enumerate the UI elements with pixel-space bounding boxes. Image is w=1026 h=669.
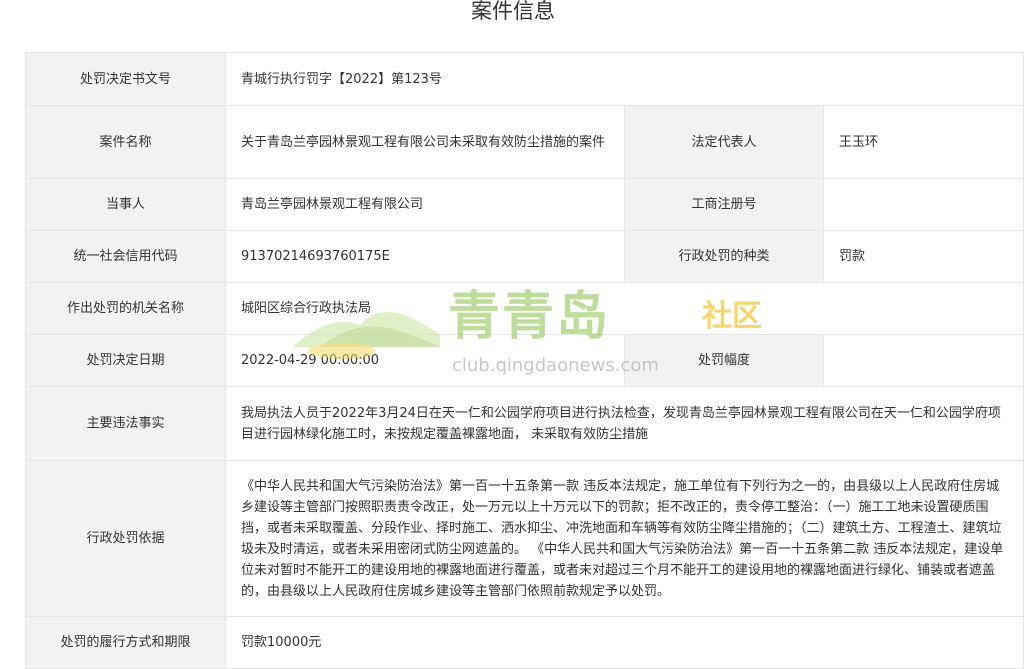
penalty-range-value xyxy=(822,334,1025,387)
credit-code-label: 统一社会信用代码 xyxy=(25,230,226,283)
legal-rep-label: 法定代表人 xyxy=(624,105,824,179)
decision-date-label: 处罚决定日期 xyxy=(25,334,226,387)
penalty-type-value: 罚款 xyxy=(822,230,1025,283)
table-row: 案件名称 关于青岛兰亭园林景观工程有限公司未采取有效防尘措施的案件 法定代表人 … xyxy=(25,105,1025,179)
facts-label: 主要违法事实 xyxy=(25,386,226,461)
execution-label: 处罚的履行方式和期限 xyxy=(25,616,226,669)
table-row: 作出处罚的机关名称 城阳区综合行政执法局 xyxy=(25,282,1025,335)
party-value: 青岛兰亭园林景观工程有限公司 xyxy=(225,178,625,231)
basis-value: 《中华人民共和国大气污染防治法》第一百一十五条第一款 违反本法规定，施工单位有下… xyxy=(224,460,1025,617)
credit-code-value: 91370214693760175E xyxy=(225,230,625,283)
biz-reg-value xyxy=(822,178,1025,231)
table-row: 处罚的履行方式和期限 罚款10000元 xyxy=(25,616,1025,669)
penalty-range-label: 处罚幅度 xyxy=(624,334,824,387)
decision-no-value: 青城行执行罚字【2022】第123号 xyxy=(224,52,1025,106)
execution-value: 罚款10000元 xyxy=(224,616,1025,669)
legal-rep-value: 王玉环 xyxy=(822,105,1025,179)
case-info-table: 处罚决定书文号 青城行执行罚字【2022】第123号 案件名称 关于青岛兰亭园林… xyxy=(25,52,1025,669)
table-row: 主要违法事实 我局执法人员于2022年3月24日在天一仁和公园学府项目进行执法检… xyxy=(25,386,1025,461)
table-row: 行政处罚依据 《中华人民共和国大气污染防治法》第一百一十五条第一款 违反本法规定… xyxy=(25,460,1025,617)
page-title: 案件信息 xyxy=(471,0,555,23)
party-label: 当事人 xyxy=(25,178,226,231)
case-name-value: 关于青岛兰亭园林景观工程有限公司未采取有效防尘措施的案件 xyxy=(225,105,625,179)
table-row: 统一社会信用代码 91370214693760175E 行政处罚的种类 罚款 xyxy=(25,230,1025,283)
table-row: 处罚决定书文号 青城行执行罚字【2022】第123号 xyxy=(25,52,1025,106)
decision-date-value: 2022-04-29 00:00:00 xyxy=(225,334,625,387)
table-row: 当事人 青岛兰亭园林景观工程有限公司 工商注册号 xyxy=(25,178,1025,231)
biz-reg-label: 工商注册号 xyxy=(624,178,824,231)
basis-label: 行政处罚依据 xyxy=(25,460,226,617)
decision-no-label: 处罚决定书文号 xyxy=(25,52,226,106)
table-row: 处罚决定日期 2022-04-29 00:00:00 处罚幅度 xyxy=(25,334,1025,387)
authority-value: 城阳区综合行政执法局 xyxy=(224,282,1025,335)
authority-label: 作出处罚的机关名称 xyxy=(25,282,226,335)
case-name-label: 案件名称 xyxy=(25,105,226,179)
penalty-type-label: 行政处罚的种类 xyxy=(624,230,824,283)
facts-value: 我局执法人员于2022年3月24日在天一仁和公园学府项目进行执法检查，发现青岛兰… xyxy=(224,386,1025,461)
